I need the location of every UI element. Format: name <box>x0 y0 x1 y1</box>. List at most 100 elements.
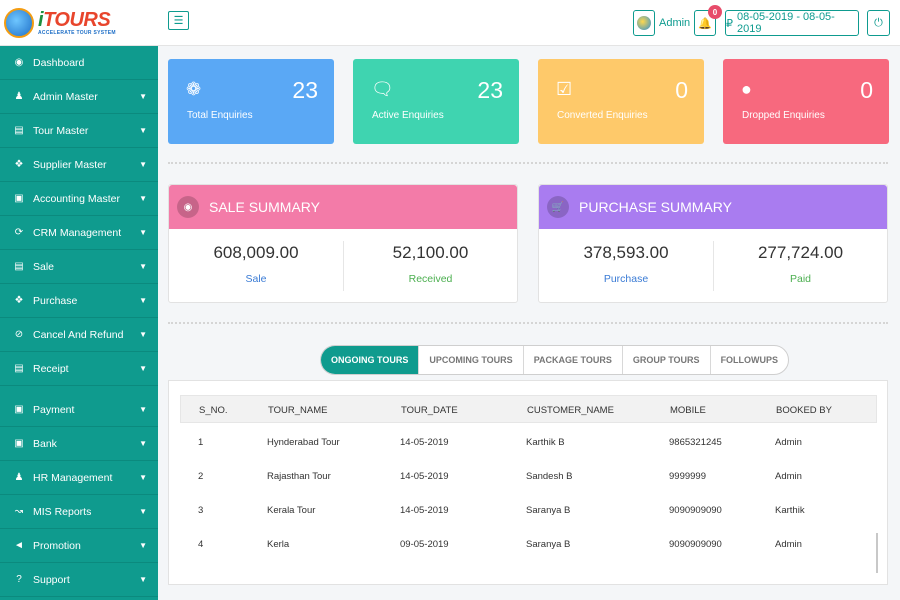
column-header[interactable]: TOUR_NAME <box>268 405 327 416</box>
sidebar-item-supplier-master[interactable]: ❖ Supplier Master ▼ <box>0 148 158 182</box>
chevron-down-icon: ▼ <box>139 160 147 169</box>
paid-amount: 277,724.00 Paid <box>713 241 887 291</box>
table-cell: 1 <box>198 437 204 448</box>
stat-card-total-enquiries[interactable]: ❁ 23 Total Enquiries <box>168 59 334 144</box>
column-header[interactable]: CUSTOMER_NAME <box>527 405 614 416</box>
user-menu[interactable]: Admin <box>633 10 690 36</box>
table-cell: 14-05-2019 <box>400 437 449 448</box>
sidebar-item-label: Accounting Master <box>33 192 120 205</box>
megaphone-icon: ◄ <box>14 540 24 551</box>
money-icon: ▣ <box>14 438 24 449</box>
received-value: 52,100.00 <box>392 243 469 262</box>
stat-label: Converted Enquiries <box>557 110 648 121</box>
sidebar-item-tour-master[interactable]: ▤ Tour Master ▼ <box>0 114 158 148</box>
tours-table: S_NO. TOUR_NAME TOUR_DATE CUSTOMER_NAME MOBI… <box>168 380 888 585</box>
stat-card-dropped-enquiries[interactable]: ● 0 Dropped Enquiries <box>723 59 889 144</box>
stat-label: Dropped Enquiries <box>742 110 825 121</box>
table-cell: 9865321245 <box>669 437 722 448</box>
tab-group-tours[interactable]: GROUP TOURS <box>621 346 710 374</box>
sale-amount: 608,009.00 Sale <box>169 241 343 291</box>
date-range-text: 08-05-2019 - 08-05-2019 <box>737 11 835 35</box>
sidebar-item-label: Dashboard <box>33 56 85 69</box>
date-range-picker[interactable]: ₽ 08-05-2019 - 08-05-2019 <box>725 10 859 36</box>
handshake-icon: ❖ <box>14 159 24 170</box>
table-cell: 9090909090 <box>669 505 722 516</box>
sidebar-item-support[interactable]: ? Support ▼ <box>0 563 158 597</box>
table-cell: 2 <box>198 471 204 482</box>
table-row[interactable]: 2 Rajasthan Tour 14-05-2019 Sandesh B 999999… <box>180 459 877 493</box>
avatar[interactable] <box>633 10 655 36</box>
table-row[interactable]: 1 Hynderabad Tour 14-05-2019 Karthik B 98653… <box>180 425 877 459</box>
sidebar-item-sale[interactable]: ▤ Sale ▼ <box>0 250 158 284</box>
chart-icon: ↝ <box>14 506 24 517</box>
stat-card-active-enquiries[interactable]: 🗨 23 Active Enquiries <box>353 59 519 144</box>
received-amount: 52,100.00 Received <box>343 241 517 291</box>
sidebar-item-label: Promotion <box>33 539 81 552</box>
tab-upcoming-tours[interactable]: UPCOMING TOURS <box>418 346 522 374</box>
stat-card-converted-enquiries[interactable]: ☑ 0 Converted Enquiries <box>538 59 704 144</box>
purchase-summary-header: 🛒 PURCHASE SUMMARY <box>539 185 887 229</box>
table-cell: 14-05-2019 <box>400 471 449 482</box>
tab-followups[interactable]: FOLLOWUPS <box>709 346 788 374</box>
table-cell: 3 <box>198 505 204 516</box>
sidebar: ◉ Dashboard ♟ Admin Master ▼ ▤ Tour Master ▼ ❖ Su… <box>0 46 158 600</box>
sidebar-item-payment[interactable]: ▣ Payment ▼ <box>0 393 158 427</box>
chevron-down-icon: ▼ <box>139 126 147 135</box>
stat-value: 0 <box>675 77 688 103</box>
table-cell: Hynderabad Tour <box>267 437 340 448</box>
table-cell: Kerala Tour <box>267 505 316 516</box>
money-icon: ▣ <box>14 404 24 415</box>
sale-value: 608,009.00 <box>213 243 299 262</box>
sidebar-item-label: Purchase <box>33 294 78 307</box>
column-header[interactable]: MOBILE <box>670 405 706 416</box>
column-header[interactable]: BOOKED BY <box>776 405 832 416</box>
sidebar-item-crm-management[interactable]: ⟳ CRM Management ▼ <box>0 216 158 250</box>
stat-value: 23 <box>292 77 318 103</box>
cart-icon: 🛒 <box>547 196 569 218</box>
dollar-icon: ₽ <box>726 17 733 30</box>
sidebar-item-admin-master[interactable]: ♟ Admin Master ▼ <box>0 80 158 114</box>
sidebar-item-label: HR Management <box>33 471 113 484</box>
paid-label: Paid <box>789 273 811 285</box>
tab-package-tours[interactable]: PACKAGE TOURS <box>522 346 622 374</box>
tab-ongoing-tours[interactable]: ONGOING TOURS <box>321 346 419 374</box>
sidebar-item-promotion[interactable]: ◄ Promotion ▼ <box>0 529 158 563</box>
sale-label: Sale <box>245 273 267 285</box>
sidebar-item-hr-management[interactable]: ♟ HR Management ▼ <box>0 461 158 495</box>
stat-label: Total Enquiries <box>187 110 253 121</box>
table-row[interactable]: 3 Kerala Tour 14-05-2019 Saranya B 909090909… <box>180 493 877 527</box>
sync-icon: ⟳ <box>14 227 24 238</box>
brand-logo[interactable]: iTOURS ACCELERATE TOUR SYSTEM <box>0 0 158 46</box>
sidebar-item-dashboard[interactable]: ◉ Dashboard <box>0 46 158 80</box>
purchase-amount: 378,593.00 Purchase <box>539 241 713 291</box>
table-row[interactable]: 4 Kerla 09-05-2019 Saranya B 9090909090 Admin <box>180 527 877 561</box>
table-cell: Admin <box>775 539 802 550</box>
handshake-icon: ❖ <box>14 295 24 306</box>
globe-icon <box>4 8 34 38</box>
hamburger-icon: ☰ <box>173 15 184 27</box>
sidebar-item-bank[interactable]: ▣ Bank ▼ <box>0 427 158 461</box>
sidebar-item-mis-reports[interactable]: ↝ MIS Reports ▼ <box>0 495 158 529</box>
ban-icon: ⊘ <box>14 329 24 340</box>
sidebar-item-cancel-and-refund[interactable]: ⊘ Cancel And Refund ▼ <box>0 318 158 352</box>
logout-button[interactable]: ⏻ <box>867 10 890 36</box>
menu-toggle-button[interactable]: ☰ <box>168 11 189 30</box>
sidebar-item-label: Sale <box>33 260 55 273</box>
sidebar-item-receipt[interactable]: ▤ Receipt ▼ <box>0 352 158 386</box>
cubes-icon: ❁ <box>186 79 202 99</box>
sidebar-item-purchase[interactable]: ❖ Purchase ▼ <box>0 284 158 318</box>
table-cell: Sandesh B <box>526 471 573 482</box>
chevron-down-icon: ▼ <box>139 194 147 203</box>
chevron-down-icon: ▼ <box>139 439 147 448</box>
chat-icon: 🗨 <box>371 79 394 99</box>
stat-label: Active Enquiries <box>372 110 444 121</box>
column-header[interactable]: TOUR_DATE <box>401 405 458 416</box>
received-label: Received <box>408 273 453 285</box>
user-name[interactable]: Admin <box>659 17 690 29</box>
column-header[interactable]: S_NO. <box>199 405 228 416</box>
sale-summary-header: ◉ SALE SUMMARY <box>169 185 517 229</box>
table-cell: Saranya B <box>526 539 571 550</box>
chevron-down-icon: ▼ <box>139 575 147 584</box>
sidebar-item-accounting-master[interactable]: ▣ Accounting Master ▼ <box>0 182 158 216</box>
file-icon: ▤ <box>14 363 24 374</box>
